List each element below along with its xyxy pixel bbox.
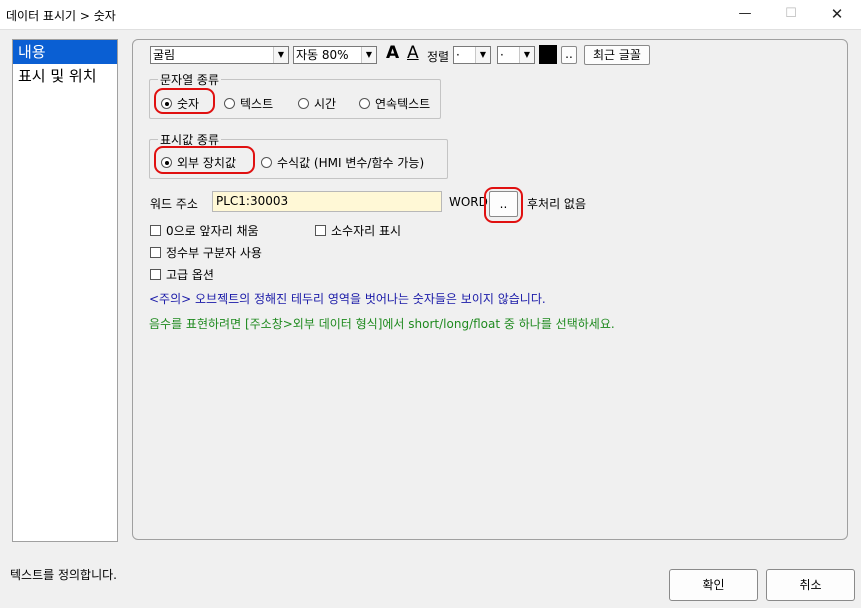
- radio-formula-value[interactable]: 수식값 (HMI 변수/함수 가능): [261, 154, 424, 171]
- font-outline-icon[interactable]: A: [407, 43, 419, 63]
- radio-unchecked-icon: [359, 98, 370, 109]
- radio-time-label: 시간: [314, 97, 337, 111]
- radio-unchecked-icon: [261, 157, 272, 168]
- leading-zero-checkbox[interactable]: 0으로 앞자리 채움: [150, 222, 259, 239]
- radio-checked-icon: [161, 98, 172, 109]
- chevron-down-icon: ▼: [519, 47, 534, 63]
- leading-zero-label: 0으로 앞자리 채움: [166, 224, 259, 238]
- checkbox-icon: [150, 269, 161, 280]
- color-swatch[interactable]: [539, 45, 557, 64]
- align-horizontal-select[interactable]: · ▼: [453, 46, 491, 64]
- radio-time[interactable]: 시간: [298, 95, 336, 112]
- radio-external-device-value[interactable]: 외부 장치값: [161, 154, 236, 171]
- ok-button[interactable]: 확인: [669, 569, 758, 601]
- font-color-icon[interactable]: A: [386, 43, 399, 63]
- radio-text-label: 텍스트: [240, 97, 274, 111]
- align-horizontal-value: ·: [456, 48, 460, 62]
- status-text: 텍스트를 정의합니다.: [10, 568, 117, 582]
- advanced-options-label: 고급 옵션: [166, 268, 214, 282]
- show-decimal-label: 소수자리 표시: [331, 224, 402, 238]
- size-select-value: 자동 80%: [296, 48, 349, 62]
- size-select[interactable]: 자동 80% ▼: [293, 46, 377, 64]
- content-panel: 굴림 ▼ 자동 80% ▼ A A 정렬 · ▼ · ▼ .. 최근 글꼴 문자…: [132, 39, 848, 540]
- align-label: 정렬: [427, 50, 450, 64]
- radio-external-device-label: 외부 장치값: [177, 156, 237, 170]
- close-icon[interactable]: ✕: [814, 0, 860, 30]
- checkbox-icon: [150, 225, 161, 236]
- font-select-value: 굴림: [153, 48, 176, 62]
- status-bar: 텍스트를 정의합니다. 확인 취소: [0, 548, 861, 608]
- more-color-button[interactable]: ..: [561, 46, 577, 64]
- font-select[interactable]: 굴림 ▼: [150, 46, 289, 64]
- align-vertical-select[interactable]: · ▼: [497, 46, 535, 64]
- radio-number[interactable]: 숫자: [161, 95, 199, 112]
- window-title: 데이터 표시기 > 숫자: [6, 9, 116, 23]
- radio-unchecked-icon: [224, 98, 235, 109]
- sidebar-item-display-position[interactable]: 표시 및 위치: [13, 64, 117, 88]
- address-unit-label: WORD: [449, 195, 488, 209]
- maximize-icon[interactable]: ☐: [768, 0, 814, 30]
- checkbox-icon: [150, 247, 161, 258]
- thousand-separator-label: 정수부 구분자 사용: [166, 246, 262, 260]
- recent-font-button[interactable]: 최근 글꼴: [584, 45, 650, 65]
- checkbox-icon: [315, 225, 326, 236]
- chevron-down-icon: ▼: [273, 47, 288, 63]
- advanced-options-checkbox[interactable]: 고급 옵션: [150, 266, 214, 283]
- show-decimal-checkbox[interactable]: 소수자리 표시: [315, 222, 401, 239]
- chevron-down-icon: ▼: [361, 47, 376, 63]
- align-vertical-value: ·: [500, 48, 504, 62]
- radio-unchecked-icon: [298, 98, 309, 109]
- sidebar: 내용 표시 및 위치: [12, 39, 118, 542]
- sidebar-item-content[interactable]: 내용: [13, 40, 117, 64]
- address-browse-button[interactable]: ..: [489, 191, 518, 217]
- cancel-button[interactable]: 취소: [766, 569, 855, 601]
- thousand-separator-checkbox[interactable]: 정수부 구분자 사용: [150, 244, 262, 261]
- radio-text[interactable]: 텍스트: [224, 95, 273, 112]
- chevron-down-icon: ▼: [475, 47, 490, 63]
- word-address-label: 워드 주소: [150, 197, 198, 211]
- string-type-legend: 문자열 종류: [158, 71, 222, 88]
- word-address-input[interactable]: PLC1:30003: [212, 191, 442, 212]
- radio-checked-icon: [161, 157, 172, 168]
- negative-number-note: 음수를 표현하려면 [주소창>외부 데이터 형식]에서 short/long/f…: [149, 317, 615, 331]
- radio-number-label: 숫자: [177, 97, 200, 111]
- minimize-icon[interactable]: —: [722, 0, 768, 30]
- caution-note: <주의> 오브젝트의 정해진 테두리 영역을 벗어나는 숫자들은 보이지 않습니…: [149, 292, 546, 306]
- postprocess-label: 후처리 없음: [527, 197, 587, 211]
- title-bar: 데이터 표시기 > 숫자 — ☐ ✕: [0, 0, 861, 30]
- radio-continuous-text[interactable]: 연속텍스트: [359, 95, 430, 112]
- radio-formula-label: 수식값 (HMI 변수/함수 가능): [277, 156, 425, 170]
- radio-continuous-text-label: 연속텍스트: [375, 97, 431, 111]
